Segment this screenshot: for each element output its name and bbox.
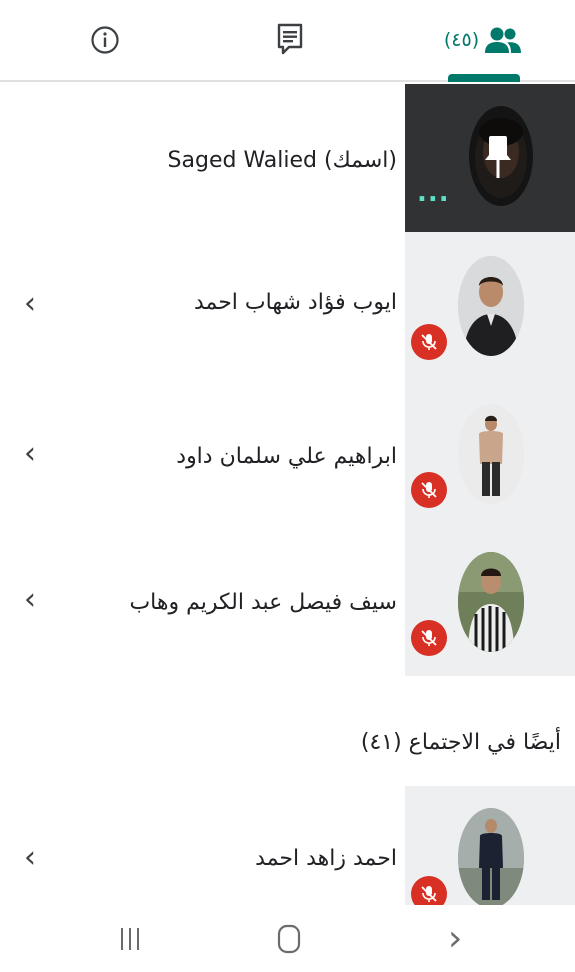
back-icon: ‹ <box>447 918 463 959</box>
mic-off-icon <box>421 630 437 646</box>
avatar <box>458 552 524 652</box>
recents-icon <box>121 927 139 950</box>
participant-name: ابراهيم علي سلمان داود <box>176 444 397 469</box>
meeting-participants-screen: (٤٥) ... Saged Walied (اسمك) ايوب فؤاد ش… <box>0 0 575 972</box>
avatar <box>458 404 524 504</box>
participant-name: سيف فيصل عبد الكريم وهاب <box>129 590 397 615</box>
mic-off-icon <box>421 886 437 902</box>
tab-people[interactable]: (٤٥) <box>425 0 540 80</box>
mic-muted-indicator <box>411 472 447 508</box>
participant-tile <box>405 528 575 676</box>
mic-off-icon <box>421 334 437 350</box>
participant-row[interactable]: ايوب فؤاد شهاب احمد ‹ <box>0 232 575 380</box>
chat-icon <box>277 23 303 55</box>
tab-info[interactable] <box>60 0 150 80</box>
people-icon <box>485 27 522 53</box>
self-name: Saged Walied (اسمك) <box>167 148 397 173</box>
participant-tile <box>405 232 575 380</box>
participant-name: احمد زاهد احمد <box>255 846 397 871</box>
back-button[interactable]: ‹ <box>425 905 485 972</box>
also-in-meeting-title: أيضًا في الاجتماع (٤١) <box>360 730 561 755</box>
participant-tile <box>405 786 575 905</box>
expand-chevron[interactable]: ‹ <box>24 582 36 617</box>
pin-icon[interactable] <box>483 134 513 180</box>
mic-off-icon <box>421 482 437 498</box>
participant-row[interactable]: ابراهيم علي سلمان داود ‹ <box>0 380 575 528</box>
self-participant-row[interactable]: ... Saged Walied (اسمك) <box>0 84 575 232</box>
info-icon <box>91 26 119 54</box>
participant-tile <box>405 380 575 528</box>
expand-chevron[interactable]: ‹ <box>24 286 36 321</box>
recents-button[interactable] <box>100 905 160 972</box>
tab-bar: (٤٥) <box>0 0 575 82</box>
mic-muted-indicator <box>411 876 447 905</box>
mic-muted-indicator <box>411 324 447 360</box>
home-icon <box>277 924 301 953</box>
participant-row[interactable]: احمد زاهد احمد ‹ <box>0 786 575 905</box>
participant-row[interactable]: سيف فيصل عبد الكريم وهاب ‹ <box>0 528 575 676</box>
more-options-dots[interactable]: ... <box>417 178 450 208</box>
mic-muted-indicator <box>411 620 447 656</box>
participant-name: ايوب فؤاد شهاب احمد <box>193 290 397 315</box>
active-tab-indicator <box>448 74 520 82</box>
home-button[interactable] <box>257 905 321 972</box>
expand-chevron[interactable]: ‹ <box>24 436 36 471</box>
people-count: (٤٥) <box>443 29 480 51</box>
tab-chat[interactable] <box>245 0 335 80</box>
avatar <box>458 808 524 905</box>
self-video-tile: ... <box>405 84 575 232</box>
expand-chevron[interactable]: ‹ <box>24 840 36 875</box>
avatar <box>458 256 524 356</box>
system-navigation-bar: ‹ <box>0 905 575 972</box>
